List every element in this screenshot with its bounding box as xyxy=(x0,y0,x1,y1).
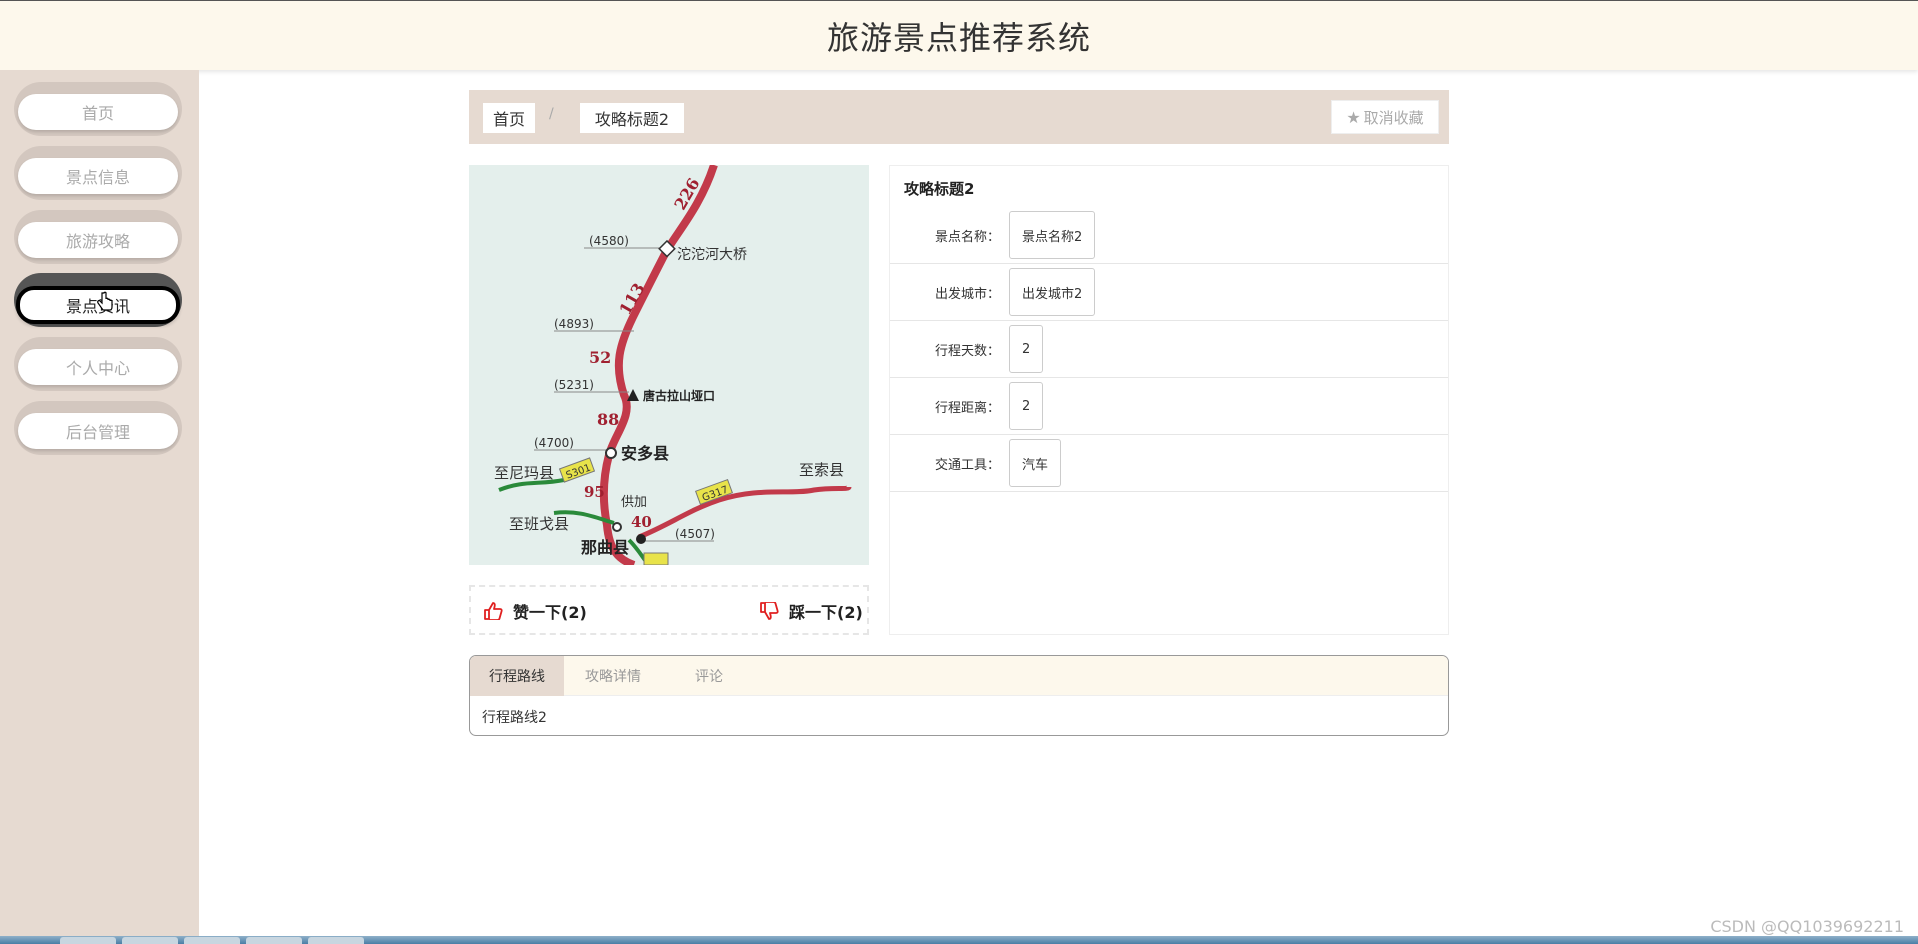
field-label: 景点名称： xyxy=(934,229,1000,245)
star-icon: ★ xyxy=(1346,107,1361,127)
map-label: 52 xyxy=(589,348,611,367)
breadcrumb-separator: / xyxy=(549,106,554,122)
hand-cursor-icon xyxy=(97,291,113,311)
field-label: 出发城市： xyxy=(934,286,1000,302)
map-label: 至班戈县 xyxy=(509,515,569,533)
like-button[interactable]: 赞一下(2) xyxy=(483,599,587,623)
unfavorite-label: 取消收藏 xyxy=(1363,108,1424,127)
sidebar-item-label: 后台管理 xyxy=(18,413,178,449)
vote-bar: 赞一下(2) 踩一下(2) xyxy=(469,585,869,635)
detail-tabs: 行程路线 攻略详情 评论 行程路线2 xyxy=(469,655,1449,736)
sidebar-item-travel-guides[interactable]: 旅游攻略 xyxy=(14,210,182,264)
sidebar-item-label: 旅游攻略 xyxy=(18,222,178,258)
map-label: (4507) xyxy=(675,527,715,541)
map-label: 沱沱河大桥 xyxy=(677,246,747,263)
field-value: 出发城市2 xyxy=(1009,268,1096,316)
map-label: 那曲县 xyxy=(581,538,629,557)
field-label: 交通工具： xyxy=(934,457,1000,473)
guide-title: 攻略标题2 xyxy=(904,180,975,198)
field-value: 2 xyxy=(1009,382,1044,430)
tab-guide-details[interactable]: 攻略详情 xyxy=(566,656,660,696)
map-label: 供加 xyxy=(621,495,647,510)
detail-row-transport: 交通工具： 汽车 xyxy=(890,435,1448,492)
app-title: 旅游景点推荐系统 xyxy=(826,18,1091,57)
sidebar-item-attraction-news[interactable]: 景点资讯 xyxy=(14,273,182,327)
map-label: 95 xyxy=(584,483,605,501)
thumbs-down-icon xyxy=(760,602,779,620)
map-label: (5231) xyxy=(554,378,594,392)
sidebar-item-admin[interactable]: 后台管理 xyxy=(14,401,182,455)
field-value: 汽车 xyxy=(1009,439,1062,487)
field-label: 行程距离： xyxy=(934,400,1000,416)
guide-detail-panel: 攻略标题2 景点名称： 景点名称2 出发城市： 出发城市2 行程天数： 2 行程… xyxy=(889,165,1449,635)
field-label: 行程天数： xyxy=(934,343,1000,359)
breadcrumb: 首页 / 攻略标题2 ★ 取消收藏 xyxy=(469,90,1449,144)
breadcrumb-home-link[interactable]: 首页 xyxy=(483,103,535,133)
detail-row-trip-distance: 行程距离： 2 xyxy=(890,378,1448,435)
map-label: 40 xyxy=(631,513,652,531)
breadcrumb-current: 攻略标题2 xyxy=(580,103,684,133)
field-value: 景点名称2 xyxy=(1009,211,1096,259)
guide-cover-image: 226 (4580) 沱沱河大桥 113 (4893) 52 (5231) 唐古… xyxy=(469,165,869,565)
like-label: 赞一下(2) xyxy=(513,603,587,622)
dislike-button[interactable]: 踩一下(2) xyxy=(759,599,863,623)
sidebar-item-label: 首页 xyxy=(18,94,178,130)
taskbar-button[interactable] xyxy=(308,937,364,944)
detail-row-attraction-name: 景点名称： 景点名称2 xyxy=(890,207,1448,264)
taskbar-button[interactable] xyxy=(184,937,240,944)
map-label: 88 xyxy=(597,410,619,429)
sidebar-item-personal-center[interactable]: 个人中心 xyxy=(14,337,182,391)
tab-content: 行程路线2 xyxy=(482,710,547,726)
unfavorite-button[interactable]: ★ 取消收藏 xyxy=(1331,100,1439,134)
watermark: CSDN @QQ1039692211 xyxy=(1710,917,1904,936)
taskbar-button[interactable] xyxy=(246,937,302,944)
header-bar: 旅游景点推荐系统 xyxy=(0,0,1918,70)
map-label: (4700) xyxy=(534,436,574,450)
tab-strip: 行程路线 攻略详情 评论 xyxy=(470,656,1448,696)
detail-row-departure-city: 出发城市： 出发城市2 xyxy=(890,264,1448,321)
sidebar: 首页 景点信息 旅游攻略 景点资讯 个人中心 后台管理 xyxy=(0,70,199,936)
dislike-label: 踩一下(2) xyxy=(789,603,863,622)
map-label: 安多县 xyxy=(621,444,669,463)
sidebar-item-attractions[interactable]: 景点信息 xyxy=(14,146,182,200)
taskbar-button[interactable] xyxy=(60,937,116,944)
taskbar-button[interactable] xyxy=(122,937,178,944)
sidebar-item-label: 个人中心 xyxy=(18,349,178,385)
tab-itinerary-route[interactable]: 行程路线 xyxy=(470,656,564,696)
detail-row-trip-days: 行程天数： 2 xyxy=(890,321,1448,378)
route-map: 226 (4580) 沱沱河大桥 113 (4893) 52 (5231) 唐古… xyxy=(494,165,852,565)
sidebar-item-home[interactable]: 首页 xyxy=(14,82,182,136)
map-label: (4893) xyxy=(554,317,594,331)
tab-comments[interactable]: 评论 xyxy=(662,656,756,696)
map-label: 至尼玛县 xyxy=(494,464,554,482)
field-value: 2 xyxy=(1009,325,1044,373)
map-label: 至索县 xyxy=(799,461,844,479)
thumbs-up-icon xyxy=(484,602,503,620)
map-label: (4580) xyxy=(589,234,629,248)
sidebar-item-label: 景点信息 xyxy=(18,158,178,194)
map-label: 唐古拉山垭口 xyxy=(643,388,715,403)
